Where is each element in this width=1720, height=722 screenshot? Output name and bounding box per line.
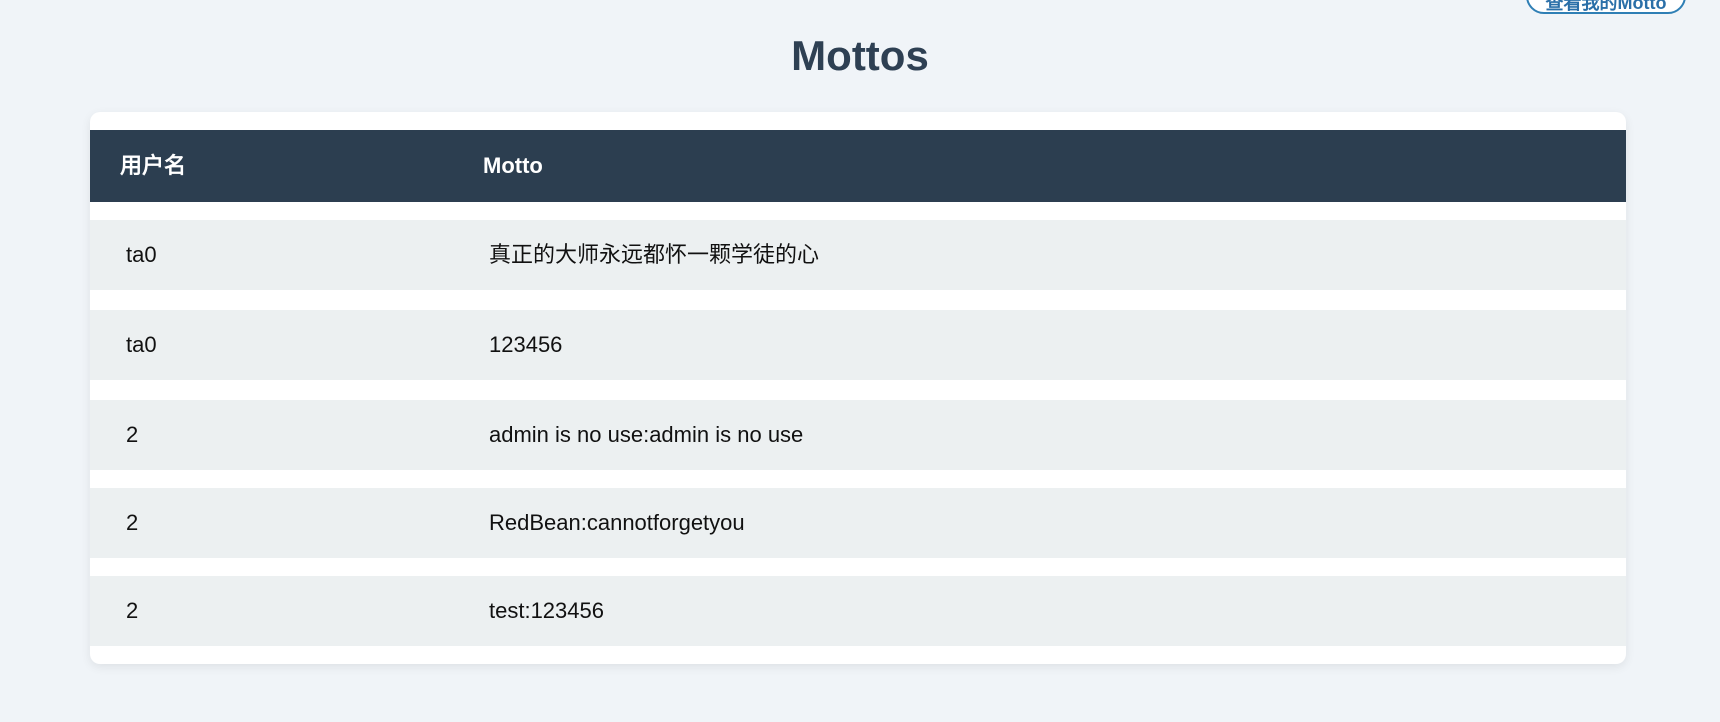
cell-username: ta0	[126, 332, 157, 357]
mottos-table-card: 用户名 Motto ta0 真正的大师永远都怀一颗学徒的心 ta0 123456…	[90, 112, 1626, 664]
cell-motto: 真正的大师永远都怀一颗学徒的心	[489, 242, 820, 267]
cell-motto: RedBean:cannotforgetyou	[489, 510, 745, 535]
view-my-motto-button[interactable]: 查看我的Motto	[1526, 0, 1686, 14]
cell-username: ta0	[126, 242, 157, 267]
cell-username: 2	[126, 510, 139, 535]
cell-username: 2	[126, 598, 139, 623]
table-row: ta0 真正的大师永远都怀一颗学徒的心	[90, 220, 1626, 290]
table-row: 2 test:123456	[90, 576, 1626, 646]
cell-motto: 123456	[489, 332, 563, 357]
cell-motto: admin is no use:admin is no use	[489, 422, 804, 447]
page-title: Mottos	[791, 32, 929, 79]
cell-motto: test:123456	[489, 598, 604, 623]
table-row: 2 RedBean:cannotforgetyou	[90, 488, 1626, 558]
table-header: 用户名 Motto	[90, 130, 1626, 202]
table-row: 2 admin is no use:admin is no use	[90, 400, 1626, 470]
column-header-username: 用户名	[120, 153, 187, 178]
table-row: ta0 123456	[90, 310, 1626, 380]
column-header-motto: Motto	[483, 153, 543, 178]
cell-username: 2	[126, 422, 139, 447]
